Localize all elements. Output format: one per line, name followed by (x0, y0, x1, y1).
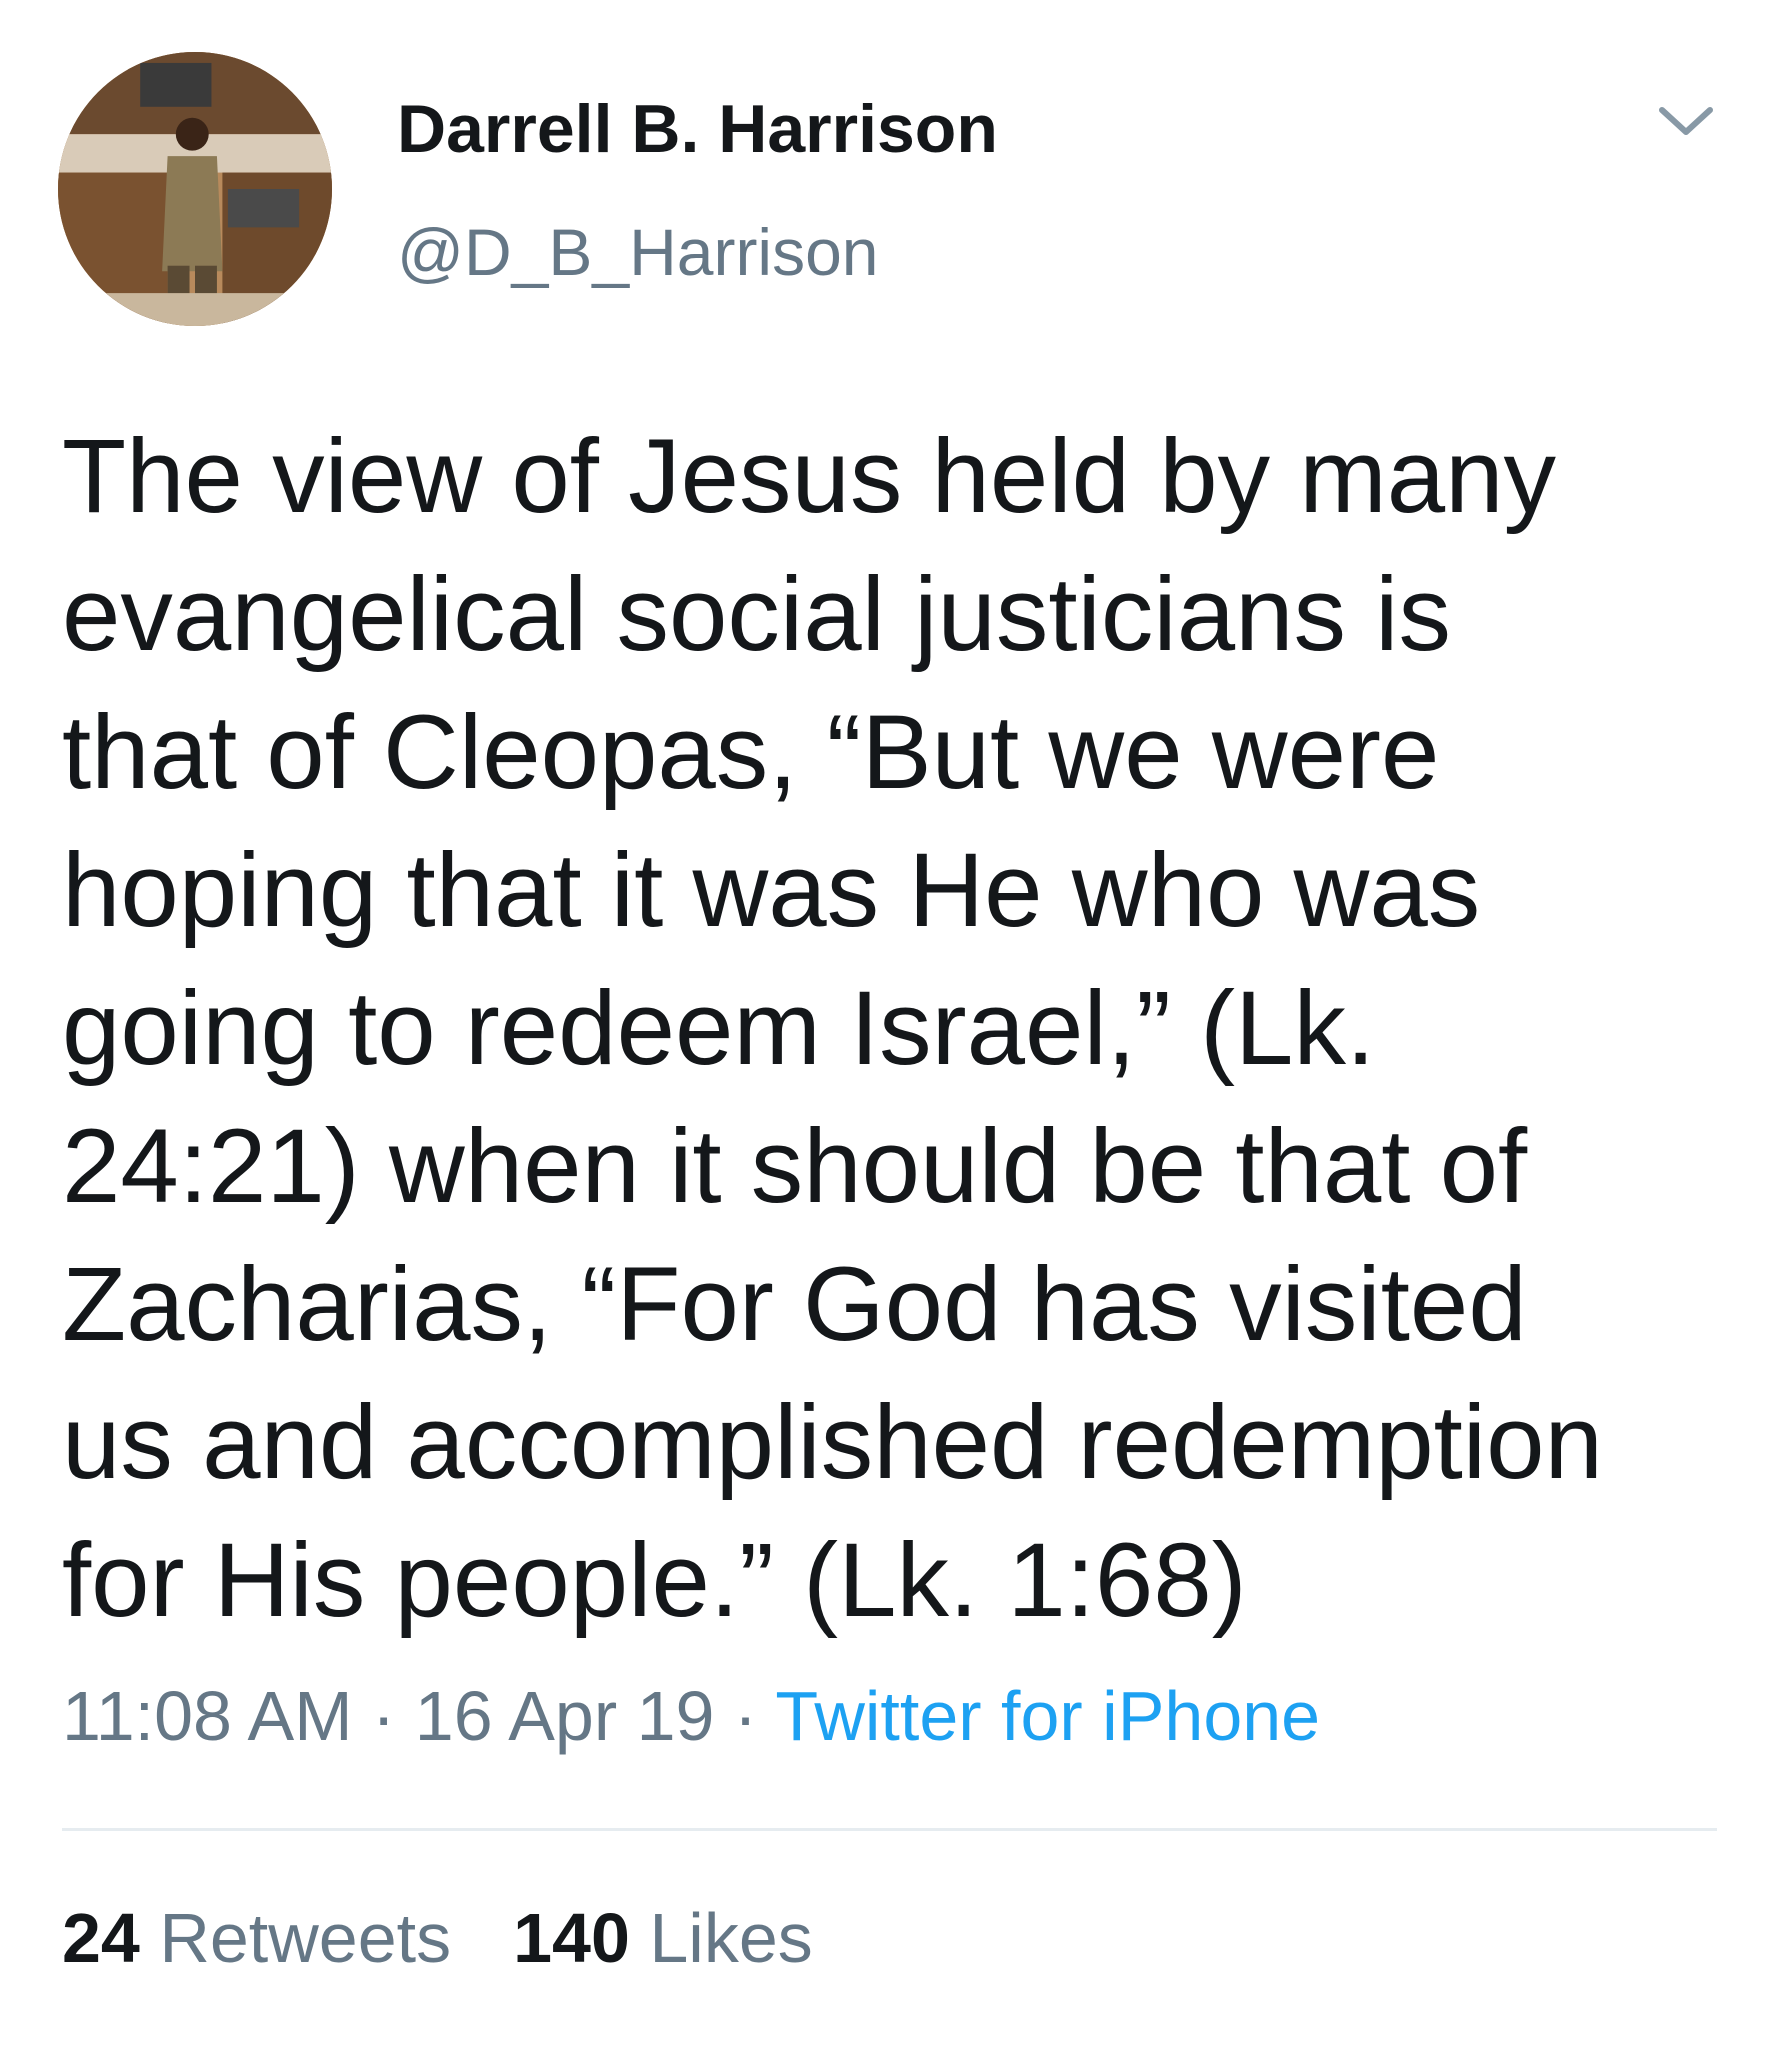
tweet-line: evangelical social justicians is (62, 556, 1451, 673)
meta-separator: · (352, 1677, 415, 1755)
tweet-card: Darrell B. Harrison @D_B_Harrison The vi… (0, 0, 1777, 2048)
chevron-down-icon[interactable] (1656, 100, 1716, 144)
tweet-metadata: 11:08 AM · 16 Apr 19 · Twitter for iPhon… (62, 1676, 1320, 1756)
divider (62, 1828, 1717, 1831)
tweet-line: for His people.” (Lk. 1:68) (62, 1522, 1247, 1639)
retweets-label: Retweets (159, 1899, 452, 1977)
tweet-line: hoping that it was He who was (62, 832, 1481, 949)
tweet-line: that of Cleopas, “But we were (62, 694, 1440, 811)
tweet-stats: 24 Retweets 140 Likes (62, 1898, 813, 1978)
avatar[interactable] (58, 52, 332, 326)
likes-stat[interactable]: 140 Likes (513, 1898, 813, 1978)
author-name[interactable]: Darrell B. Harrison (397, 90, 998, 168)
avatar-photo (58, 52, 332, 326)
likes-count: 140 (513, 1899, 630, 1977)
tweet-line: 24:21) when it should be that of (62, 1108, 1528, 1225)
tweet-time[interactable]: 11:08 AM (62, 1677, 353, 1755)
tweet-text: The view of Jesus held by many evangelic… (62, 408, 1722, 1650)
retweets-stat[interactable]: 24 Retweets (62, 1898, 451, 1978)
tweet-line: us and accomplished redemption (62, 1384, 1603, 1501)
retweets-count: 24 (62, 1899, 140, 1977)
tweet-date[interactable]: 16 Apr 19 (415, 1677, 715, 1755)
tweet-line: The view of Jesus held by many (62, 418, 1557, 535)
meta-separator: · (714, 1677, 776, 1755)
author-handle[interactable]: @D_B_Harrison (397, 214, 879, 290)
tweet-source-link[interactable]: Twitter for iPhone (775, 1677, 1320, 1755)
tweet-line: Zacharias, “For God has visited (62, 1246, 1527, 1363)
likes-label: Likes (649, 1899, 813, 1977)
tweet-line: going to redeem Israel,” (Lk. (62, 970, 1376, 1087)
